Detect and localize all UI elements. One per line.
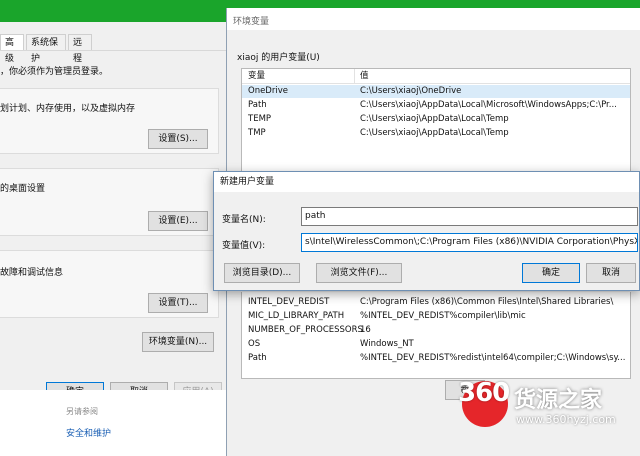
column-value[interactable]: 值 (360, 69, 369, 83)
var-name: MIC_LD_LIBRARY_PATH (248, 311, 345, 321)
var-name: TMP (248, 128, 266, 138)
column-variable[interactable]: 变量 (248, 69, 265, 83)
dialog-title: 新建用户变量 (214, 172, 639, 192)
list-item[interactable]: TEMP C:\Users\xiaoj\AppData\Local\Temp (242, 113, 630, 126)
list-item[interactable]: INTEL_DEV_REDIST C:\Program Files (x86)\… (242, 296, 630, 309)
var-name: OneDrive (248, 86, 288, 96)
user-profile-settings-button[interactable]: 设置(E)... (148, 211, 208, 231)
system-properties-window: 高级 系统保护 远程 ，你必须作为管理员登录。 划计划、内存使用，以及虚拟内存 … (0, 22, 228, 412)
var-name: Path (248, 100, 267, 110)
startup-settings-button[interactable]: 设置(T)... (148, 293, 208, 313)
performance-settings-button[interactable]: 设置(S)... (148, 129, 208, 149)
var-value: C:\Program Files (x86)\Common Files\Inte… (360, 297, 614, 307)
variable-name-input[interactable]: path (301, 207, 638, 226)
user-variables-list[interactable]: 变量 值 OneDrive C:\Users\xiaoj\OneDrive Pa… (241, 68, 631, 178)
cancel-button[interactable]: 取消 (586, 263, 636, 283)
var-value: Windows_NT (360, 339, 414, 349)
var-value: C:\Users\xiaoj\AppData\Local\Temp (360, 114, 509, 124)
variable-value-label: 变量值(V): (222, 241, 266, 251)
env-window-title: 环境变量 (233, 17, 270, 27)
admin-note: ，你必须作为管理员登录。 (0, 67, 109, 77)
env-title-bar: 环境变量 (227, 8, 640, 30)
see-also-label: 另请参阅 (66, 407, 98, 416)
tab-advanced[interactable]: 高级 (0, 34, 24, 64)
performance-description: 划计划、内存使用，以及虚拟内存 (0, 104, 136, 114)
var-value: C:\Users\xiaoj\AppData\Local\Microsoft\W… (360, 100, 617, 110)
var-name: INTEL_DEV_REDIST (248, 297, 330, 307)
variable-name-label: 变量名(N): (222, 215, 266, 225)
var-name: TEMP (248, 114, 272, 124)
var-value: C:\Users\xiaoj\OneDrive (360, 86, 462, 96)
performance-group: 划计划、内存使用，以及虚拟内存 设置(S)... (0, 88, 219, 154)
tab-strip: 高级 系统保护 远程 (0, 34, 228, 64)
var-name: Path (248, 353, 267, 363)
startup-recovery-group: 故障和调试信息 设置(T)... (0, 250, 219, 318)
var-value: 16 (360, 325, 371, 335)
list-item[interactable]: Path C:\Users\xiaoj\AppData\Local\Micros… (242, 99, 630, 112)
startup-recovery-description: 故障和调试信息 (0, 268, 64, 278)
user-profile-group: 的桌面设置 设置(E)... (0, 168, 219, 236)
var-name: OS (248, 339, 261, 349)
user-list-header: 变量 值 (242, 69, 630, 84)
browse-directory-button[interactable]: 浏览目录(D)... (224, 263, 300, 283)
tab-system-protection[interactable]: 系统保护 (26, 34, 66, 64)
var-value: %INTEL_DEV_REDIST%redist\intel64\compile… (360, 353, 626, 363)
list-item[interactable]: MIC_LD_LIBRARY_PATH %INTEL_DEV_REDIST%co… (242, 310, 630, 323)
new-user-variable-dialog: 新建用户变量 变量名(N): path 变量值(V): s\Intel\Wire… (213, 171, 640, 291)
browse-file-button[interactable]: 浏览文件(F)... (316, 263, 402, 283)
list-item[interactable]: OneDrive C:\Users\xiaoj\OneDrive (242, 85, 630, 98)
list-item[interactable]: TMP C:\Users\xiaoj\AppData\Local\Temp (242, 127, 630, 140)
ok-button[interactable]: 确定 (522, 263, 580, 283)
var-value: C:\Users\xiaoj\AppData\Local\Temp (360, 128, 509, 138)
watermark-logo-number: 360 (458, 378, 510, 408)
var-name: NUMBER_OF_PROCESSORS (248, 325, 363, 335)
tab-remote[interactable]: 远程 (68, 34, 92, 64)
list-item[interactable]: OS Windows_NT (242, 338, 630, 351)
environment-variables-button[interactable]: 环境变量(N)... (142, 332, 214, 352)
security-maintenance-link[interactable]: 安全和维护 (66, 426, 111, 439)
user-variables-label: xiaoj 的用户变量(U) (237, 53, 320, 63)
watermark-url: www.360hyzj.com (516, 413, 616, 426)
variable-value-input[interactable]: s\Intel\WirelessCommon\;C:\Program Files… (301, 233, 638, 252)
var-value: %INTEL_DEV_REDIST%compiler\lib\mic (360, 311, 526, 321)
list-item[interactable]: Path %INTEL_DEV_REDIST%redist\intel64\co… (242, 352, 630, 365)
tab-divider (0, 50, 228, 51)
system-variables-list[interactable]: INTEL_DEV_REDIST C:\Program Files (x86)\… (241, 292, 631, 379)
user-profile-description: 的桌面设置 (0, 184, 46, 194)
list-item[interactable]: NUMBER_OF_PROCESSORS 16 (242, 324, 630, 337)
watermark-brand: 货源之家 (514, 388, 603, 413)
control-panel-area: 另请参阅 安全和维护 (0, 390, 228, 456)
